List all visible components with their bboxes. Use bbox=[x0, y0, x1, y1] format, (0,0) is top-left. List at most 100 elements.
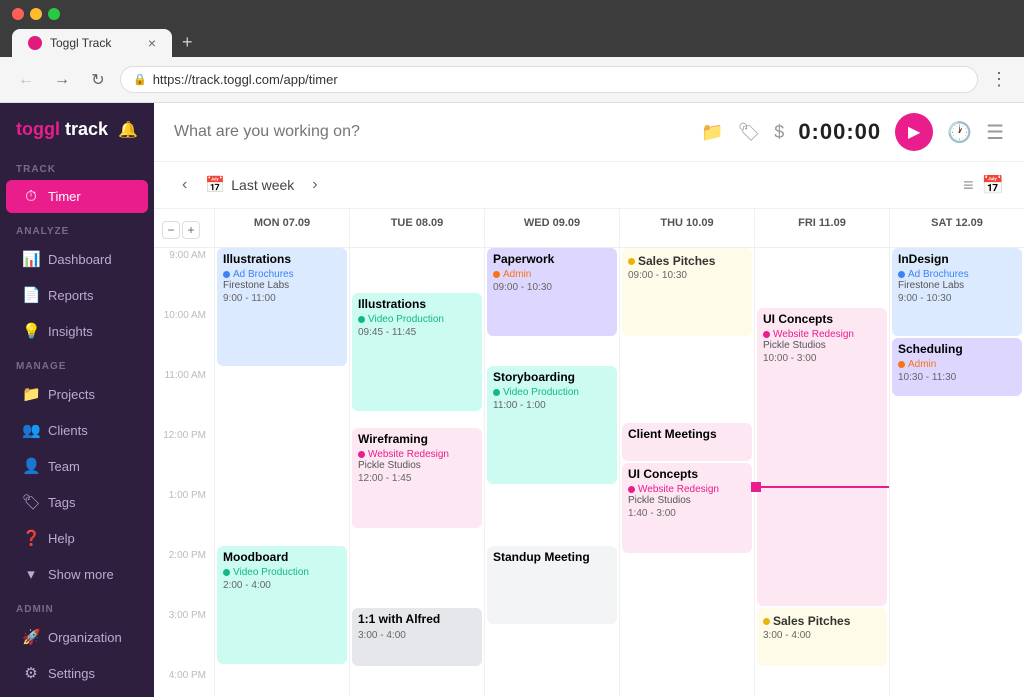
sidebar-item-settings[interactable]: ⚙ Settings bbox=[6, 656, 148, 690]
event-moodboard-mon[interactable]: Moodboard Video Production 2:00 - 4:00 bbox=[217, 546, 347, 664]
sidebar-item-reports[interactable]: 📄 Reports bbox=[6, 278, 148, 312]
app-container: toggl track 🔔 TRACK ⏱ Timer ANALYZE 📊 Da… bbox=[0, 103, 1024, 697]
sidebar-item-team[interactable]: 👤 Team bbox=[6, 449, 148, 483]
calendar-view-controls: ≡ 📅 bbox=[963, 175, 1004, 196]
event-paperwork-wed[interactable]: Paperwork Admin 09:00 - 10:30 bbox=[487, 248, 617, 336]
event-tag: Admin bbox=[898, 359, 1016, 370]
event-tag: Admin bbox=[493, 269, 611, 280]
tag-icon[interactable]: 🏷 bbox=[737, 122, 760, 143]
event-time: 10:30 - 11:30 bbox=[898, 372, 1016, 383]
event-subtitle: Pickle Studios bbox=[358, 460, 476, 471]
tab-close-button[interactable]: × bbox=[148, 35, 156, 51]
event-time: 12:00 - 1:45 bbox=[358, 473, 476, 484]
address-bar[interactable]: 🔒 https://track.toggl.com/app/timer bbox=[120, 66, 978, 93]
projects-icon: 📁 bbox=[22, 385, 40, 403]
sidebar-item-projects[interactable]: 📁 Projects bbox=[6, 377, 148, 411]
event-time: 10:00 - 3:00 bbox=[763, 353, 881, 364]
event-illustrations-mon[interactable]: Illustrations Ad Brochures Firestone Lab… bbox=[217, 248, 347, 366]
event-uiconcepts-fri[interactable]: UI Concepts Website Redesign Pickle Stud… bbox=[757, 308, 887, 606]
sidebar-item-dashboard[interactable]: 📊 Dashboard bbox=[6, 242, 148, 276]
event-illustrations-tue[interactable]: Illustrations Video Production 09:45 - 1… bbox=[352, 293, 482, 411]
event-wireframing-tue[interactable]: Wireframing Website Redesign Pickle Stud… bbox=[352, 428, 482, 528]
reload-button[interactable]: ↻ bbox=[84, 66, 112, 94]
zoom-out-button[interactable]: − bbox=[162, 221, 180, 239]
active-tab[interactable]: Toggl Track × bbox=[12, 29, 172, 57]
sidebar-item-clients[interactable]: 👥 Clients bbox=[6, 413, 148, 447]
more-options-icon[interactable]: ☰ bbox=[986, 120, 1004, 145]
event-subtitle: Pickle Studios bbox=[763, 340, 881, 351]
sidebar-item-projects-label: Projects bbox=[48, 387, 95, 402]
chevron-down-icon: ▾ bbox=[22, 565, 40, 583]
sidebar-item-reports-label: Reports bbox=[48, 288, 94, 303]
notification-bell-icon[interactable]: 🔔 bbox=[118, 120, 138, 140]
sidebar-item-organization[interactable]: 🚀 Organization bbox=[6, 620, 148, 654]
sidebar-item-show-more[interactable]: ▾ Show more bbox=[6, 557, 148, 591]
logo-track: track bbox=[65, 119, 108, 139]
event-title: UI Concepts bbox=[763, 312, 881, 328]
day-header-tue: TUE 08.09 bbox=[349, 209, 484, 247]
forward-button[interactable]: → bbox=[48, 66, 76, 94]
calendar-body: 9:00 AM 10:00 AM 11:00 AM 12:00 PM 1:00 … bbox=[154, 248, 1024, 697]
sidebar-item-insights[interactable]: 💡 Insights bbox=[6, 314, 148, 348]
event-clientmeetings-thu[interactable]: Client Meetings bbox=[622, 423, 752, 461]
maximize-window-button[interactable] bbox=[48, 8, 60, 20]
event-time: 9:00 - 10:30 bbox=[898, 293, 1016, 304]
calendar-view-button[interactable]: 📅 bbox=[982, 175, 1004, 196]
event-indesign-sat[interactable]: InDesign Ad Brochures Firestone Labs 9:0… bbox=[892, 248, 1022, 336]
folder-icon[interactable]: 📁 bbox=[701, 122, 723, 143]
new-tab-button[interactable]: + bbox=[174, 28, 201, 57]
team-icon: 👤 bbox=[22, 457, 40, 475]
list-view-button[interactable]: ≡ bbox=[963, 175, 974, 196]
days-header: − + MON 07.09 TUE 08.09 WED 09.09 THU 10… bbox=[154, 209, 1024, 248]
event-standup-wed[interactable]: Standup Meeting bbox=[487, 546, 617, 624]
day-header-thu: THU 10.09 bbox=[619, 209, 754, 247]
event-time: 3:00 - 4:00 bbox=[763, 630, 881, 641]
event-time: 11:00 - 1:00 bbox=[493, 400, 611, 411]
track-section-label: TRACK bbox=[0, 152, 154, 179]
event-storyboarding-wed[interactable]: Storyboarding Video Production 11:00 - 1… bbox=[487, 366, 617, 484]
minimize-window-button[interactable] bbox=[30, 8, 42, 20]
sidebar-item-team-label: Team bbox=[48, 459, 80, 474]
event-title: UI Concepts bbox=[628, 467, 746, 483]
time-label-2pm: 2:00 PM bbox=[154, 548, 214, 608]
sidebar-item-tags[interactable]: 🏷 Tags bbox=[6, 485, 148, 519]
event-title: Standup Meeting bbox=[493, 550, 611, 566]
sidebar-item-clients-label: Clients bbox=[48, 423, 88, 438]
next-week-button[interactable]: › bbox=[304, 172, 325, 198]
time-label-11am: 11:00 AM bbox=[154, 368, 214, 428]
event-time: 9:00 - 11:00 bbox=[223, 293, 341, 304]
event-time: 09:00 - 10:30 bbox=[628, 270, 746, 281]
sidebar-item-timer[interactable]: ⏱ Timer bbox=[6, 180, 148, 213]
logo-toggl: toggl bbox=[16, 119, 60, 139]
tags-icon: 🏷 bbox=[22, 493, 40, 511]
day-column-sat: InDesign Ad Brochures Firestone Labs 9:0… bbox=[889, 248, 1024, 697]
day-column-wed: Paperwork Admin 09:00 - 10:30 Storyboard… bbox=[484, 248, 619, 697]
admin-section-label: ADMIN bbox=[0, 592, 154, 619]
day-header-mon: MON 07.09 bbox=[214, 209, 349, 247]
event-salespitches-fri[interactable]: Sales Pitches 3:00 - 4:00 bbox=[757, 608, 887, 666]
timer-description-input[interactable] bbox=[174, 123, 689, 141]
event-uiconcepts-thu[interactable]: UI Concepts Website Redesign Pickle Stud… bbox=[622, 463, 752, 553]
event-salespitches-thu[interactable]: Sales Pitches 09:00 - 10:30 bbox=[622, 248, 752, 336]
billable-icon[interactable]: $ bbox=[774, 122, 784, 143]
timer-mode-icon[interactable]: 🕐 bbox=[947, 120, 972, 145]
prev-week-button[interactable]: ‹ bbox=[174, 172, 195, 198]
close-window-button[interactable] bbox=[12, 8, 24, 20]
event-subtitle: Firestone Labs bbox=[223, 280, 341, 291]
sidebar: toggl track 🔔 TRACK ⏱ Timer ANALYZE 📊 Da… bbox=[0, 103, 154, 697]
event-1on1-tue[interactable]: 1:1 with Alfred 3:00 - 4:00 bbox=[352, 608, 482, 666]
event-tag: Website Redesign bbox=[358, 449, 476, 460]
main-content: 📁 🏷 $ 0:00:00 ▶ 🕐 ☰ ‹ 📅 Last week › ≡ 📅 bbox=[154, 103, 1024, 697]
logo-text: toggl track bbox=[16, 119, 108, 140]
event-scheduling-sat[interactable]: Scheduling Admin 10:30 - 11:30 bbox=[892, 338, 1022, 396]
sidebar-item-help[interactable]: ❓ Help bbox=[6, 521, 148, 555]
start-timer-button[interactable]: ▶ bbox=[895, 113, 933, 151]
event-tag: Sales Pitches bbox=[628, 254, 746, 268]
calendar-grid: − + MON 07.09 TUE 08.09 WED 09.09 THU 10… bbox=[154, 209, 1024, 697]
browser-menu-button[interactable]: ⋮ bbox=[986, 65, 1012, 94]
back-button[interactable]: ← bbox=[12, 66, 40, 94]
browser-tabs: Toggl Track × + bbox=[12, 28, 1012, 57]
zoom-in-button[interactable]: + bbox=[182, 221, 200, 239]
sidebar-item-dashboard-label: Dashboard bbox=[48, 252, 112, 267]
event-time: 3:00 - 4:00 bbox=[358, 630, 476, 641]
